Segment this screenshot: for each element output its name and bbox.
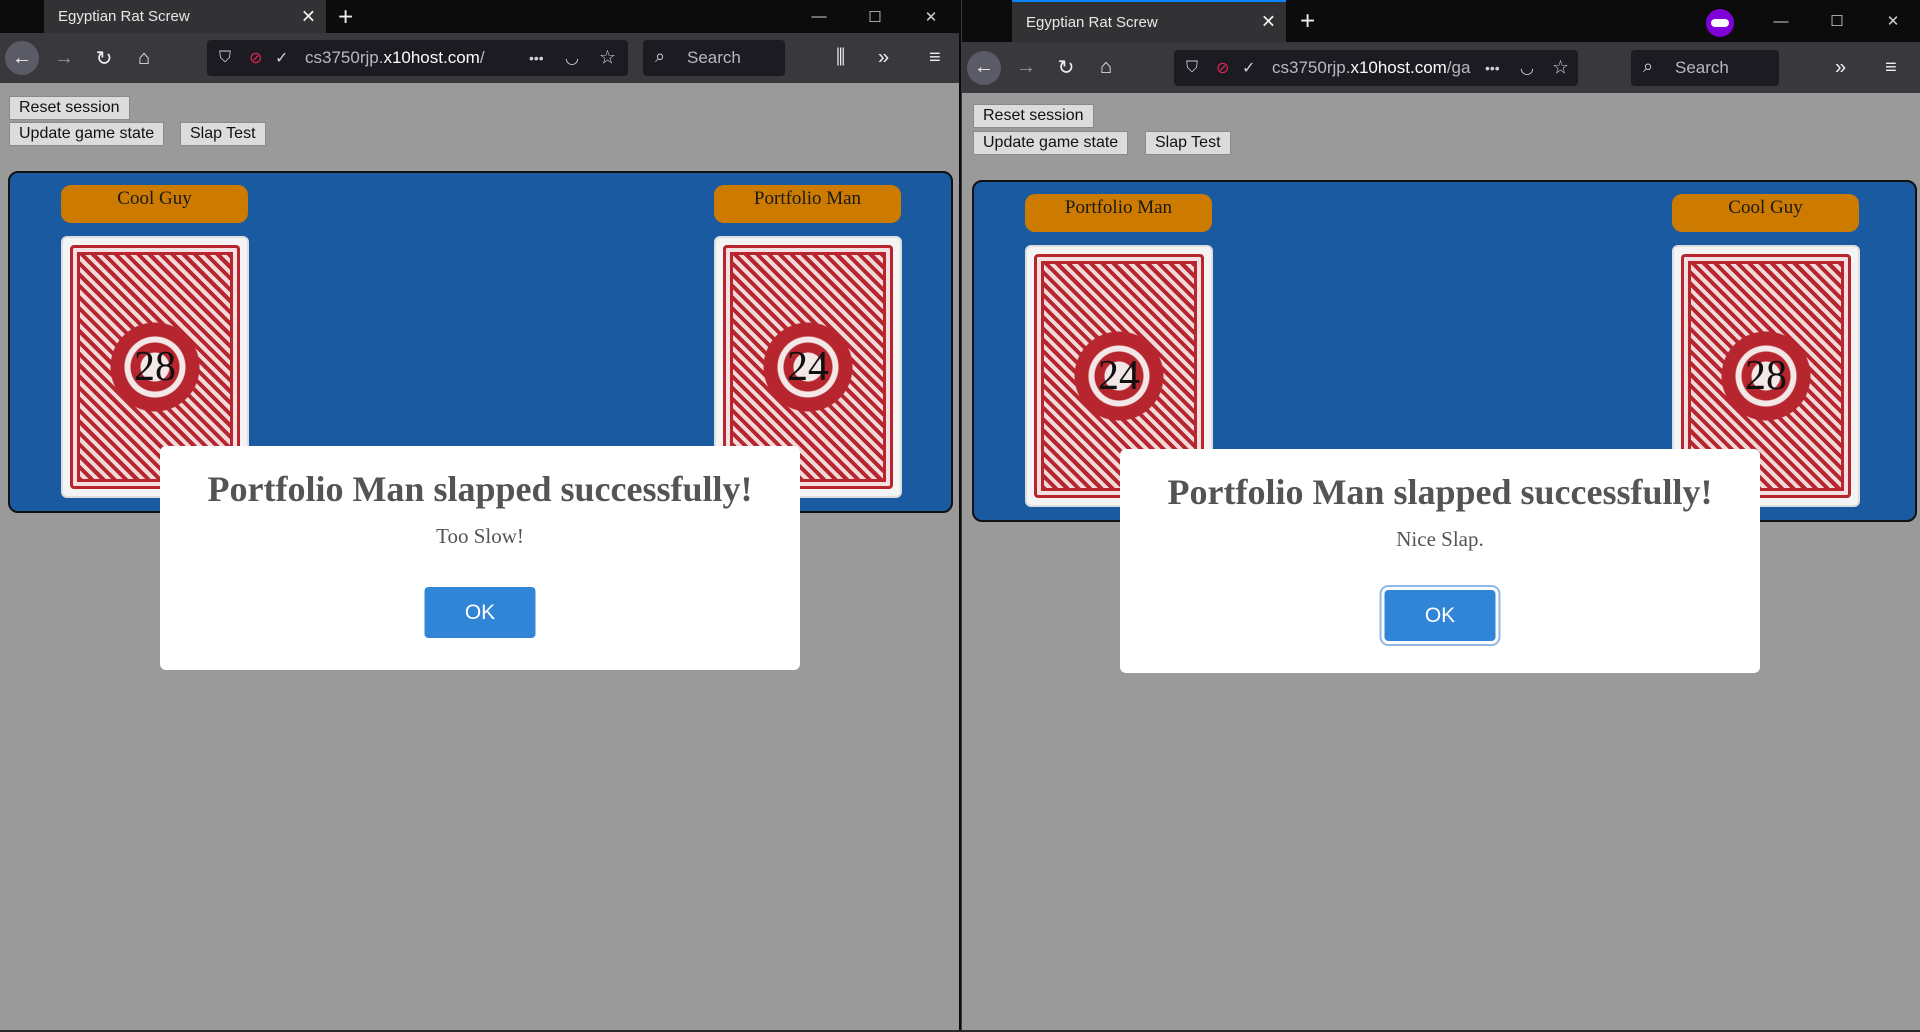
home-button[interactable]: ⌂ <box>127 41 161 75</box>
page-content: Reset session Update game state Slap Tes… <box>962 93 1920 1032</box>
maximize-button[interactable]: ☐ <box>847 0 903 33</box>
back-button[interactable]: ← <box>5 41 39 75</box>
update-game-state-button[interactable]: Update game state <box>9 122 165 146</box>
close-tab-icon[interactable]: ✕ <box>1261 12 1276 33</box>
shield-icon[interactable]: ⛉ <box>219 49 231 67</box>
search-icon: ⌕ <box>1643 55 1654 76</box>
tab-title: Egyptian Rat Screw <box>58 8 190 25</box>
title-bar: Egyptian Rat Screw ✕ + — ☐ ✕ <box>962 0 1920 42</box>
tab-egyptian-rat-screw[interactable]: Egyptian Rat Screw ✕ <box>1012 0 1286 42</box>
pocket-icon[interactable]: ◡ <box>565 48 579 68</box>
home-button[interactable]: ⌂ <box>1089 51 1123 85</box>
card-count: 28 <box>134 344 176 390</box>
slap-result-dialog: Portfolio Man slapped successfully! Too … <box>160 446 800 670</box>
update-game-state-button[interactable]: Update game state <box>973 131 1129 155</box>
minimize-button[interactable]: — <box>791 0 847 33</box>
url-text: cs3750rjp.x10host.com/ <box>305 48 485 67</box>
pocket-icon[interactable]: ◡ <box>1520 58 1534 78</box>
search-placeholder: Search <box>1675 57 1729 77</box>
dialog-title: Portfolio Man slapped successfully! <box>207 469 753 509</box>
navigation-toolbar: ← → ↻ ⌂ ⛉ ⊘ ✓ cs3750rjp.x10host.com/ •••… <box>0 33 959 83</box>
tracking-protection-icon[interactable]: ⊘ <box>249 48 262 68</box>
forward-button[interactable]: → <box>1009 51 1043 85</box>
search-box[interactable]: ⌕ Search <box>643 40 785 76</box>
ok-button[interactable]: OK <box>424 587 536 638</box>
bookmark-star-icon[interactable]: ☆ <box>1552 56 1569 79</box>
player-name-tag: Portfolio Man <box>714 185 901 223</box>
search-box[interactable]: ⌕ Search <box>1631 49 1779 86</box>
card-count: 24 <box>1098 353 1140 399</box>
overflow-menu-icon[interactable]: » <box>878 47 889 70</box>
new-tab-button[interactable]: + <box>338 1 353 32</box>
permissions-icon[interactable]: ✓ <box>1242 58 1255 78</box>
forward-button[interactable]: → <box>47 41 81 75</box>
dialog-title: Portfolio Man slapped successfully! <box>1167 472 1713 512</box>
dialog-message: Too Slow! <box>436 524 524 548</box>
hamburger-menu-icon[interactable]: ≡ <box>1885 56 1897 79</box>
search-placeholder: Search <box>687 48 741 67</box>
maximize-button[interactable]: ☐ <box>1809 0 1865 42</box>
url-text: cs3750rjp.x10host.com/ga <box>1272 57 1471 77</box>
reset-session-button[interactable]: Reset session <box>973 104 1094 128</box>
hamburger-menu-icon[interactable]: ≡ <box>929 47 941 70</box>
tracking-protection-icon[interactable]: ⊘ <box>1216 58 1229 78</box>
page-actions-icon[interactable]: ••• <box>529 50 544 66</box>
url-bar[interactable]: ⛉ ⊘ ✓ cs3750rjp.x10host.com/ ••• ◡ ☆ <box>207 40 628 76</box>
slap-test-button[interactable]: Slap Test <box>1145 131 1231 155</box>
slap-test-button[interactable]: Slap Test <box>180 122 266 146</box>
permissions-icon[interactable]: ✓ <box>275 48 288 68</box>
close-window-button[interactable]: ✕ <box>903 0 959 33</box>
page-content: Reset session Update game state Slap Tes… <box>0 83 959 1032</box>
reload-button[interactable]: ↻ <box>1049 51 1083 85</box>
library-icon[interactable]: ⫼ <box>836 47 845 70</box>
player-name-tag: Cool Guy <box>1672 194 1859 232</box>
reload-button[interactable]: ↻ <box>87 41 121 75</box>
navigation-toolbar: ← → ↻ ⌂ ⛉ ⊘ ✓ cs3750rjp.x10host.com/ga •… <box>962 42 1920 93</box>
shield-icon[interactable]: ⛉ <box>1186 59 1198 77</box>
back-button[interactable]: ← <box>967 50 1001 85</box>
page-actions-icon[interactable]: ••• <box>1485 60 1500 76</box>
bookmark-star-icon[interactable]: ☆ <box>599 47 616 70</box>
browser-window-left: Egyptian Rat Screw ✕ + — ☐ ✕ ← → ↻ ⌂ ⛉ ⊘… <box>0 0 959 1032</box>
tab-title: Egyptian Rat Screw <box>1026 13 1158 31</box>
card-count: 24 <box>787 344 829 390</box>
player-name-tag: Cool Guy <box>61 185 248 223</box>
card-count: 28 <box>1745 353 1787 399</box>
reset-session-button[interactable]: Reset session <box>9 96 130 120</box>
search-icon: ⌕ <box>655 46 666 66</box>
tab-egyptian-rat-screw[interactable]: Egyptian Rat Screw ✕ <box>44 0 326 33</box>
dialog-message: Nice Slap. <box>1396 527 1484 551</box>
url-bar[interactable]: ⛉ ⊘ ✓ cs3750rjp.x10host.com/ga ••• ◡ ☆ <box>1174 49 1578 86</box>
ok-button[interactable]: OK <box>1384 590 1496 641</box>
overflow-menu-icon[interactable]: » <box>1835 56 1846 79</box>
minimize-button[interactable]: — <box>1753 0 1809 42</box>
title-bar: Egyptian Rat Screw ✕ + — ☐ ✕ <box>0 0 959 33</box>
browser-window-right: Egyptian Rat Screw ✕ + — ☐ ✕ ← → ↻ ⌂ ⛉ ⊘… <box>961 0 1920 1032</box>
close-window-button[interactable]: ✕ <box>1865 0 1920 42</box>
player-name-tag: Portfolio Man <box>1025 194 1212 232</box>
slap-result-dialog: Portfolio Man slapped successfully! Nice… <box>1120 449 1760 673</box>
private-browsing-icon <box>1706 9 1734 37</box>
new-tab-button[interactable]: + <box>1300 6 1315 37</box>
close-tab-icon[interactable]: ✕ <box>301 6 316 27</box>
